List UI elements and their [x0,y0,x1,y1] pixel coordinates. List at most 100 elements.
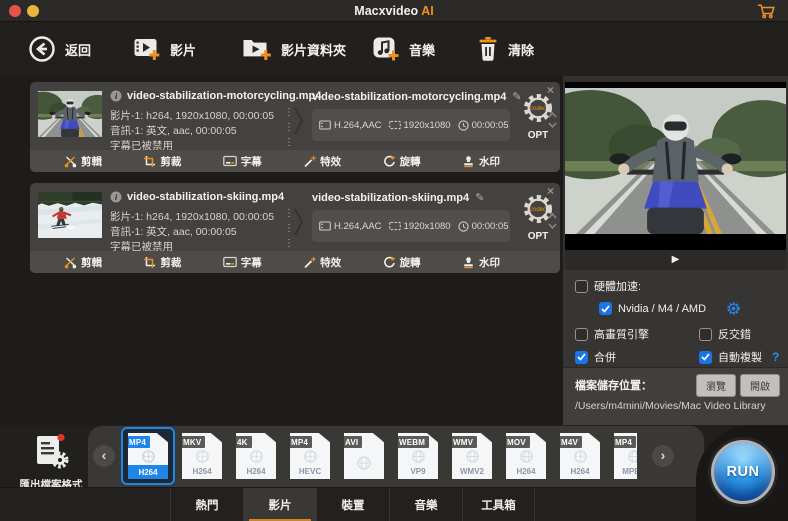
back-label: 返回 [65,40,91,59]
clear-label: 清除 [508,40,534,59]
opt-gear-icon: codec [530,207,546,213]
format-panel: ‹ MP4 H264 MKV H264 [88,426,704,487]
edit-crop-button[interactable]: 剪裁 [143,255,181,270]
video-track-menu-icon[interactable]: ⋮ [284,107,294,118]
edit-rotate-button[interactable]: 旋轉 [383,154,421,169]
run-notch: RUN [696,425,788,521]
merge-label: 合併 [594,349,616,365]
clear-button[interactable]: 清除 [477,22,534,76]
titlebar: Macxvideo AI [0,0,788,22]
format-card-m4v-h264[interactable]: M4V H264 [553,427,607,485]
effects-wand-icon [303,155,316,168]
scissors-icon [64,155,77,168]
audio-track-menu-icon[interactable]: ⋮ [284,122,294,133]
add-music-icon [372,36,400,62]
play-icon: ▶ [672,254,680,265]
trash-icon [477,36,499,62]
export-format-block[interactable]: 匯出檔案格式 [16,431,86,492]
edit-subtitle-button[interactable]: 字幕 [223,255,262,270]
format-card-4k-h264[interactable]: 4K H264 [229,427,283,485]
subtitle-icon [223,155,237,167]
format-card-mkv-h264[interactable]: MKV H264 [175,427,229,485]
video-track-menu-icon[interactable]: ⋮ [284,208,294,219]
clip-audio-track: 音訊-1: 英文, aac, 00:00:05 [110,224,237,239]
close-icon[interactable]: × [547,83,554,97]
edit-watermark-button[interactable]: 水印 [462,255,500,270]
play-button[interactable]: ▶ [565,250,786,270]
opt-label: OPT [517,231,559,242]
format-card-mp4-mpeg[interactable]: MP4 MPEG [607,427,637,485]
tab-video[interactable]: 影片 [243,488,316,521]
subtitle-track-menu-icon[interactable]: ⋮ [284,137,294,148]
move-down-icon[interactable] [548,122,557,128]
help-icon[interactable]: ? [772,350,779,364]
format-card-mov-h264[interactable]: MOV H264 [499,427,553,485]
duration-badge: 00:00:05 [458,221,509,232]
gpu-checkbox[interactable] [599,302,612,315]
add-video-button[interactable]: 影片 [133,22,196,76]
gpu-label: Nvidia / M4 / AMD [618,303,706,315]
codec-badge: H.264,AAC [319,120,382,131]
edit-effects-button[interactable]: 特效 [303,154,341,169]
clip-filename: video-stabilization-motorcycling.mp4 [127,90,321,102]
open-button[interactable]: 開啟 [740,374,780,397]
format-card-mp4-h264[interactable]: MP4 H264 [121,427,175,485]
tab-toolbox[interactable]: 工具箱 [462,488,535,521]
browse-button[interactable]: 瀏覽 [696,374,736,397]
rename-pencil-icon[interactable]: ✎ [475,191,484,204]
format-card-mp4-hevc[interactable]: MP4 HEVC [283,427,337,485]
tab-music[interactable]: 音樂 [389,488,462,521]
clip-filename: video-stabilization-skiing.mp4 [127,191,284,203]
scissors-icon [64,256,77,269]
move-down-icon[interactable] [548,223,557,229]
merge-checkbox[interactable] [575,351,588,364]
move-up-icon[interactable] [548,112,557,118]
effects-wand-icon [303,256,316,269]
clip-video-track: 影片-1: h264, 1920x1080, 00:00:05 [110,108,274,123]
gpu-settings-gear-icon[interactable] [726,301,741,316]
clip-row-motorcycling[interactable]: i video-stabilization-motorcycling.mp4 影… [30,82,560,172]
format-card-avi[interactable]: AVI [337,427,391,485]
auto-copy-checkbox[interactable] [699,351,712,364]
edit-trim-button[interactable]: 剪輯 [64,255,102,270]
deinterlace-checkbox[interactable] [699,328,712,341]
edit-trim-button[interactable]: 剪輯 [64,154,102,169]
cart-icon[interactable] [757,3,776,24]
tab-device[interactable]: 裝置 [316,488,389,521]
format-card-webm-vp9[interactable]: WEBM VP9 [391,427,445,485]
run-button[interactable]: RUN [711,440,775,504]
clip-edit-toolbar: 剪輯 剪裁 字幕 特效 旋轉 水印 [30,251,560,273]
audio-track-menu-icon[interactable]: ⋮ [284,223,294,234]
export-format-icon [30,431,72,471]
add-folder-button[interactable]: 影片資料夾 [242,22,346,76]
edit-watermark-button[interactable]: 水印 [462,154,500,169]
edit-subtitle-button[interactable]: 字幕 [223,154,262,169]
prev-formats-button[interactable]: ‹ [93,445,115,467]
clip-thumbnail [38,91,102,137]
clip-video-track: 影片-1: h264, 1920x1080, 00:00:05 [110,209,274,224]
add-music-button[interactable]: 音樂 [372,22,435,76]
close-icon[interactable]: × [547,184,554,198]
subtitle-track-menu-icon[interactable]: ⋮ [284,238,294,249]
format-card-wmv-wmv2[interactable]: WMV WMV2 [445,427,499,485]
clip-output-name: video-stabilization-motorcycling.mp4 [312,91,506,103]
tab-hot[interactable]: 熱門 [170,488,243,521]
edit-rotate-button[interactable]: 旋轉 [383,255,421,270]
auto-copy-label: 自動複製 [718,349,762,365]
deinterlace-label: 反交錯 [718,326,751,342]
edit-effects-button[interactable]: 特效 [303,255,341,270]
divider-chevron-icon [294,106,304,136]
high-quality-checkbox[interactable] [575,328,588,341]
next-formats-button[interactable]: › [652,445,674,467]
category-tabs: 熱門 影片 裝置 音樂 工具箱 [0,487,704,521]
move-up-icon[interactable] [548,213,557,219]
clip-output-name: video-stabilization-skiing.mp4 [312,192,469,204]
clip-row-skiing[interactable]: i video-stabilization-skiing.mp4 影片-1: h… [30,183,560,273]
rotate-icon [383,256,396,269]
encode-options: 硬體加速: Nvidia / M4 / AMD 高畫質引擎 反交錯 合併 [563,270,788,367]
save-location-section: 檔案儲存位置： 瀏覽 開啟 /Users/m4mini/Movies/Mac V… [563,367,788,425]
add-video-icon [133,36,161,62]
back-button[interactable]: 返回 [28,22,91,76]
hardware-accel-checkbox[interactable] [575,280,588,293]
edit-crop-button[interactable]: 剪裁 [143,154,181,169]
